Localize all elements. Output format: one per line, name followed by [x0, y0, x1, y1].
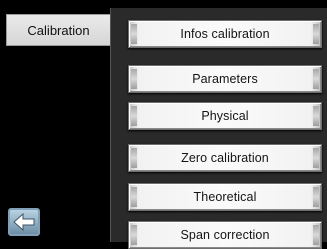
infos-calibration-button[interactable]: Infos calibration — [128, 20, 322, 48]
theoretical-button[interactable]: Theoretical — [128, 183, 322, 211]
tab-calibration-label: Calibration — [27, 22, 90, 38]
left-arrow-icon — [13, 213, 35, 231]
zero-calibration-label: Zero calibration — [181, 151, 269, 165]
tab-calibration[interactable]: Calibration — [6, 14, 110, 46]
physical-label: Physical — [201, 109, 249, 123]
span-correction-button[interactable]: Span correction — [128, 221, 322, 249]
screen: Calibration Infos calibration Parameters… — [0, 0, 327, 249]
zero-calibration-button[interactable]: Zero calibration — [128, 144, 322, 172]
parameters-label: Parameters — [192, 72, 258, 86]
span-correction-label: Span correction — [180, 228, 270, 242]
infos-calibration-label: Infos calibration — [180, 27, 270, 41]
back-button[interactable] — [8, 208, 40, 236]
menu-panel: Infos calibration Parameters Physical Ze… — [110, 8, 327, 249]
physical-button[interactable]: Physical — [128, 102, 322, 130]
theoretical-label: Theoretical — [193, 190, 257, 204]
parameters-button[interactable]: Parameters — [128, 65, 322, 93]
